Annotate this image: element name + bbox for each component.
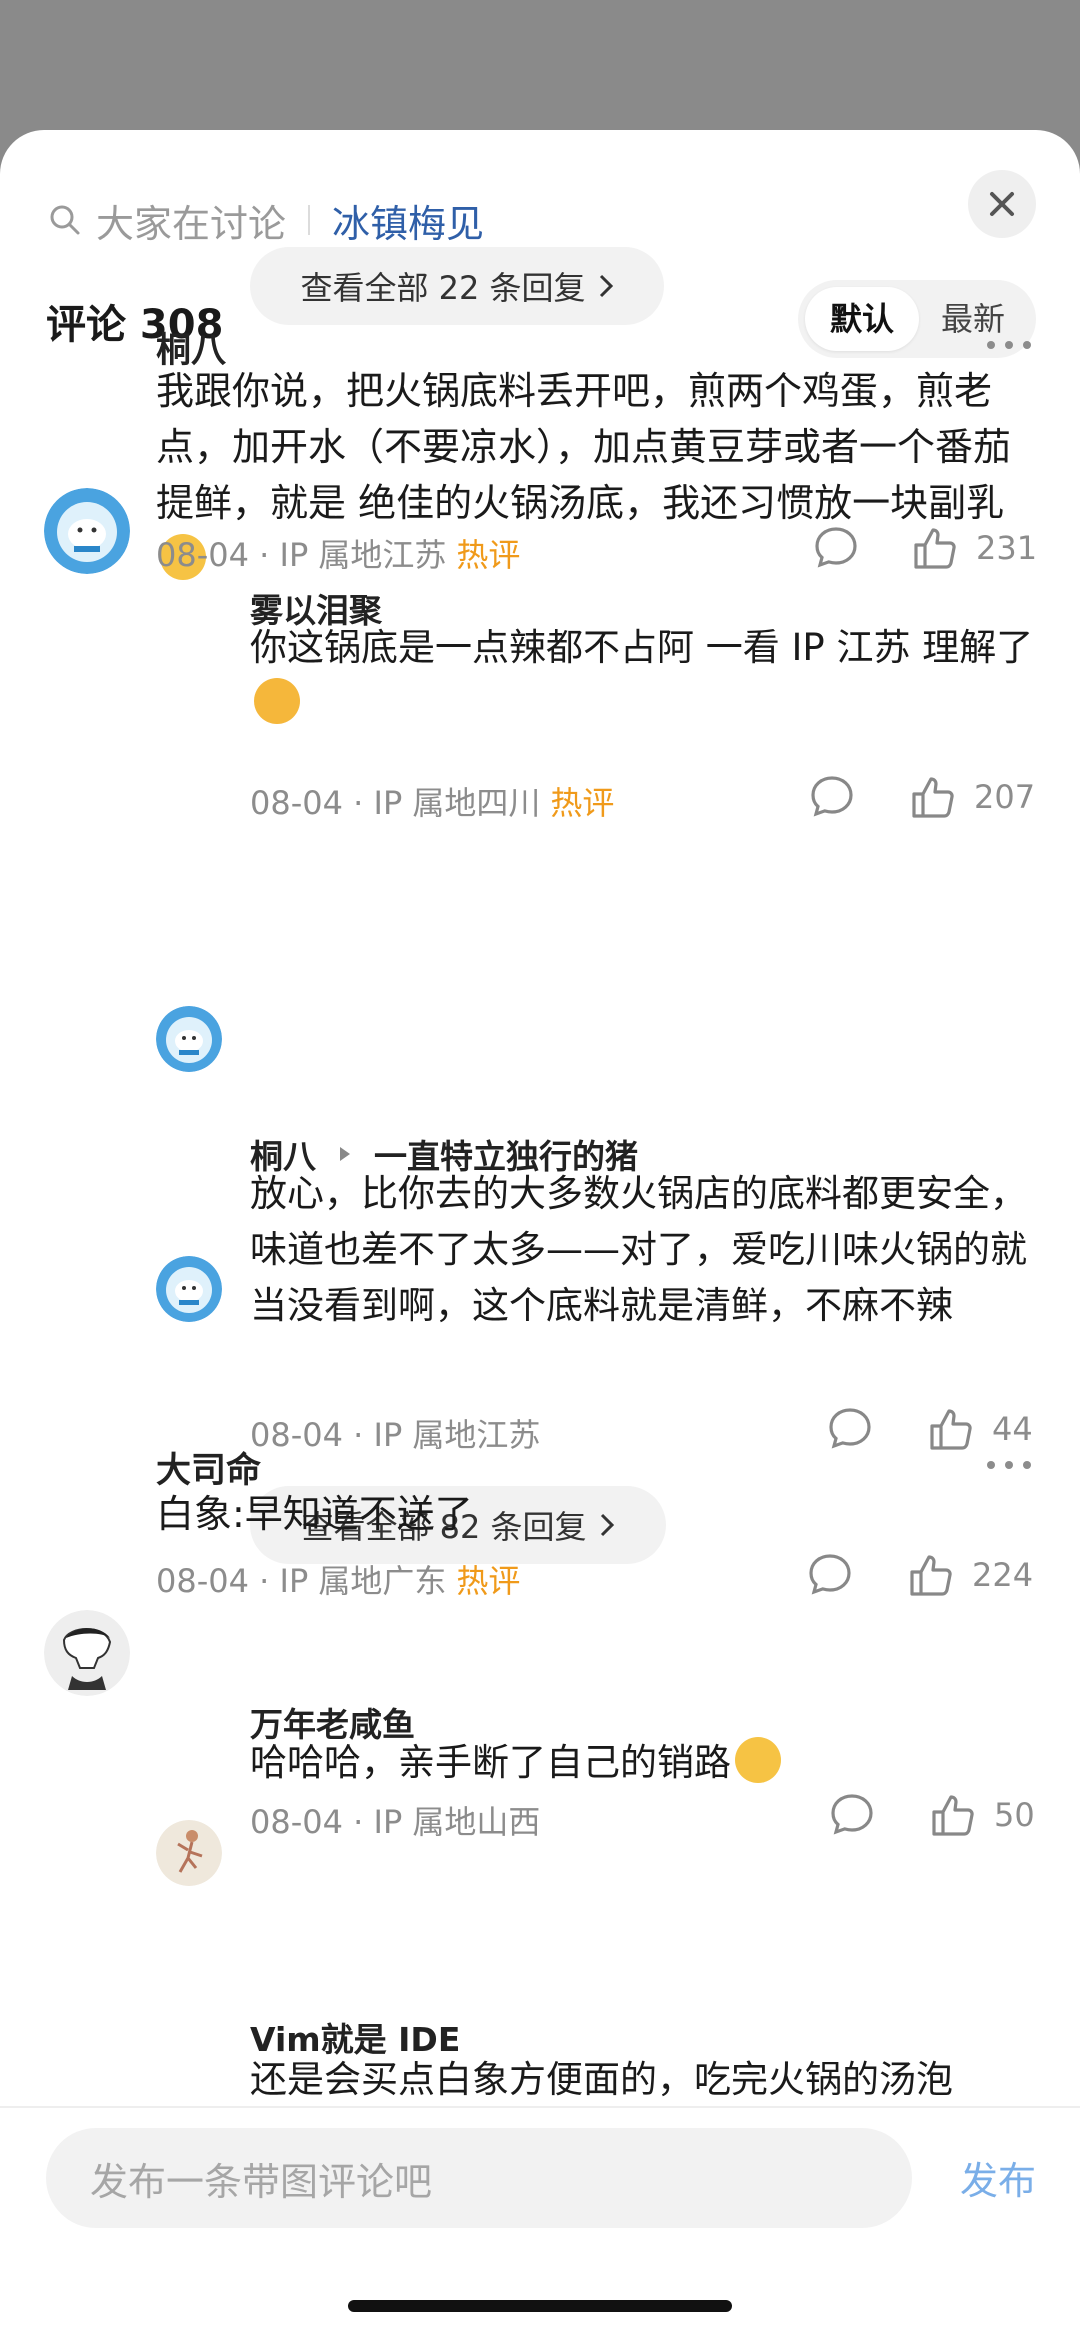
comment-text: 白象:早知道不送了 — [156, 1492, 473, 1536]
reply-meta: 08-04 · IP 属地山西 — [250, 1797, 540, 1843]
reply-meta: 08-04 · IP 属地江苏 — [250, 1410, 540, 1456]
home-indicator[interactable] — [348, 2300, 732, 2312]
comment-date-location: 08-04 · IP 属地广东 — [156, 1562, 447, 1600]
reply-button[interactable] — [828, 1790, 876, 1838]
reply-text: 哈哈哈，亲手断了自己的销路 — [250, 1735, 1040, 1791]
search-icon — [50, 205, 80, 235]
reply-arrow-icon — [340, 1147, 350, 1161]
comment-meta: 08-04 · IP 属地江苏 热评 — [156, 530, 520, 576]
avatar[interactable] — [44, 488, 130, 574]
blushing-emoji-icon — [735, 1737, 781, 1783]
comment-bubble-icon — [829, 1408, 871, 1449]
divider — [308, 205, 311, 235]
comment-sheet: 大家在讨论 冰镇梅见 评论 308 默认 最新 查看全部 22 条回复 桐八 我… — [0, 130, 1080, 2337]
reply-button[interactable] — [812, 523, 860, 571]
reply-text: 放心，比你去的大多数火锅店的底料都更安全，味道也差不了太多——对了，爱吃川味火锅… — [250, 1172, 1027, 1327]
comment-meta: 08-04 · IP 属地广东 热评 — [156, 1556, 520, 1602]
like-button[interactable]: 207 — [908, 772, 1035, 822]
like-count: 207 — [974, 778, 1036, 816]
like-button[interactable]: 231 — [910, 523, 1037, 573]
reply-button[interactable] — [808, 772, 856, 820]
like-button[interactable]: 50 — [928, 1790, 1035, 1840]
thumbs-up-icon — [932, 1795, 974, 1836]
reply-text: 你这锅底是一点辣都不占阿 一看 IP 江苏 理解了 — [250, 620, 1040, 732]
like-button[interactable]: 44 — [926, 1404, 1033, 1454]
hot-badge: 热评 — [456, 1562, 521, 1600]
avatar[interactable] — [44, 1610, 130, 1696]
like-count: 231 — [976, 529, 1038, 567]
hot-badge: 热评 — [550, 784, 615, 822]
publish-button[interactable]: 发布 — [960, 2150, 1036, 2205]
topic-link[interactable]: 冰镇梅见 — [332, 193, 484, 248]
view-all-replies-label: 查看全部 22 条回复 — [300, 269, 586, 307]
reply-button[interactable] — [806, 1550, 854, 1598]
search-bar[interactable]: 大家在讨论 冰镇梅见 — [48, 185, 484, 255]
close-icon — [990, 192, 1014, 216]
thumbs-up-icon — [914, 528, 956, 569]
avatar[interactable] — [156, 1256, 222, 1322]
smiling-cat-emoji-icon — [254, 678, 300, 724]
reply-date-location: 08-04 · IP 属地四川 — [250, 784, 541, 822]
like-count: 50 — [994, 1796, 1035, 1834]
comment-input-placeholder: 发布一条带图评论吧 — [90, 2159, 433, 2204]
comment-input[interactable]: 发布一条带图评论吧 — [46, 2128, 912, 2228]
composer-divider — [0, 2106, 1080, 2108]
reply-button[interactable] — [826, 1404, 874, 1452]
reply-date-location: 08-04 · IP 属地山西 — [250, 1803, 541, 1841]
close-button[interactable] — [968, 170, 1036, 238]
comment-bubble-icon — [811, 776, 853, 817]
view-all-replies-button[interactable]: 查看全部 22 条回复 — [250, 247, 664, 325]
comment-bubble-icon — [809, 1554, 851, 1595]
chevron-right-icon — [599, 274, 613, 298]
more-options-icon[interactable] — [987, 1459, 1031, 1471]
sort-default-tab[interactable]: 默认 — [805, 287, 919, 351]
like-button[interactable]: 224 — [906, 1550, 1033, 1600]
like-count: 44 — [992, 1410, 1033, 1448]
like-count: 224 — [972, 1556, 1034, 1594]
avatar[interactable] — [156, 1820, 222, 1886]
avatar[interactable] — [156, 1006, 222, 1072]
reply-date-location: 08-04 · IP 属地江苏 — [250, 1416, 541, 1454]
comment-date-location: 08-04 · IP 属地江苏 — [156, 536, 447, 574]
more-options-icon[interactable] — [987, 339, 1031, 351]
thumbs-up-icon — [912, 777, 954, 818]
thumbs-up-icon — [910, 1555, 952, 1596]
reply-meta: 08-04 · IP 属地四川 热评 — [250, 778, 614, 824]
search-placeholder: 大家在讨论 — [96, 201, 287, 246]
comment-bubble-icon — [831, 1794, 873, 1835]
hot-badge: 热评 — [456, 536, 521, 574]
thumbs-up-icon — [930, 1409, 972, 1450]
reply-text: 还是会买点白象方便面的，吃完火锅的汤泡 — [250, 2058, 953, 2101]
comment-bubble-icon — [815, 527, 857, 568]
